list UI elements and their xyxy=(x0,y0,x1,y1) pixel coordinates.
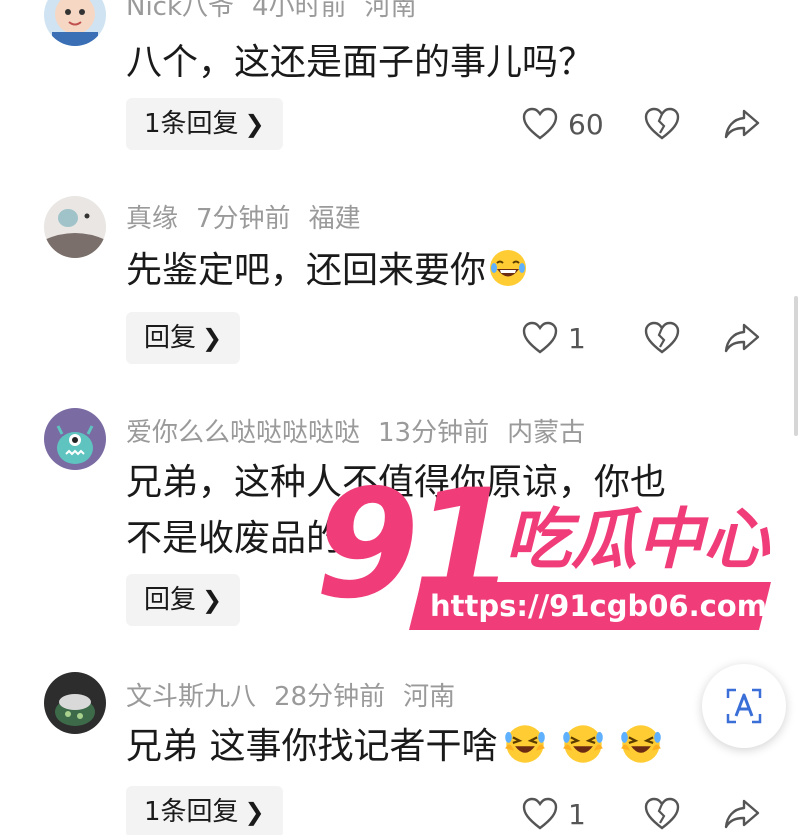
timestamp: 4小时前 xyxy=(252,0,347,22)
chevron-right-icon: ❯ xyxy=(202,586,223,614)
view-replies-button[interactable]: 1条回复 ❯ xyxy=(126,98,283,150)
watermark-url: https://91cgb06.com xyxy=(430,589,767,623)
comment-text: 先鉴定吧，还回来要你 xyxy=(126,246,528,296)
heart-icon xyxy=(522,107,558,140)
translate-button[interactable] xyxy=(702,664,786,748)
timestamp: 13分钟前 xyxy=(378,418,490,448)
like-button[interactable]: 1 xyxy=(522,797,604,831)
like-count: 60 xyxy=(568,107,604,141)
like-button[interactable]: 60 xyxy=(522,107,604,141)
heart-icon xyxy=(522,797,558,830)
share-icon[interactable] xyxy=(724,322,760,354)
like-count: 1 xyxy=(568,321,586,355)
share-icon[interactable] xyxy=(724,798,760,830)
comment-actions: 60 xyxy=(522,98,760,150)
reply-button[interactable]: 回复 ❯ xyxy=(126,312,241,364)
chevron-right-icon: ❯ xyxy=(244,110,265,138)
comment-text-content: 先鉴定吧，还回来要你 xyxy=(126,250,487,291)
crying-laughing-face-icon xyxy=(621,725,662,763)
comment-text-content: 兄弟 这事你找记者干啥 xyxy=(126,726,498,767)
avatar[interactable] xyxy=(44,196,106,258)
translate-icon xyxy=(726,688,762,724)
chevron-right-icon: ❯ xyxy=(202,324,223,352)
crying-laughing-face-icon xyxy=(505,725,546,763)
avatar[interactable] xyxy=(44,0,106,46)
comment-meta: 真缘 7分钟前 福建 xyxy=(126,198,379,235)
location: 福建 xyxy=(308,204,361,234)
comment-meta: 爱你么么哒哒哒哒哒 13分钟前 内蒙古 xyxy=(126,412,603,449)
view-replies-button[interactable]: 1条回复 ❯ xyxy=(126,786,283,835)
watermark-url-banner xyxy=(409,582,771,630)
comment-text-line: 不是收废品的。 xyxy=(126,518,379,559)
like-button[interactable]: 1 xyxy=(522,321,604,355)
comment-meta: Nick八爷 4小时前 河南 xyxy=(126,0,435,23)
reply-label: 回复 xyxy=(144,585,197,615)
crying-laughing-face-icon xyxy=(563,725,604,763)
chevron-right-icon: ❯ xyxy=(244,798,265,826)
location: 河南 xyxy=(364,0,417,22)
avatar[interactable] xyxy=(44,408,106,470)
like-count: 1 xyxy=(568,797,586,831)
share-icon[interactable] xyxy=(724,108,760,140)
broken-heart-icon[interactable] xyxy=(644,797,680,831)
location: 内蒙古 xyxy=(507,418,586,448)
comment-text-line: 兄弟，这种人不值得你原谅，你也 xyxy=(126,462,667,503)
location: 河南 xyxy=(403,682,456,712)
broken-heart-icon[interactable] xyxy=(644,107,680,141)
comment-text: 八个，这还是面子的事儿吗？ xyxy=(126,42,595,83)
laughing-face-icon xyxy=(490,250,527,286)
reply-label: 回复 xyxy=(144,323,197,353)
broken-heart-icon[interactable] xyxy=(644,321,680,355)
avatar[interactable] xyxy=(44,672,106,734)
reply-label: 1条回复 xyxy=(144,797,239,827)
reply-button[interactable]: 回复 ❯ xyxy=(126,574,241,626)
scrollbar[interactable] xyxy=(794,296,798,436)
watermark-title: 吃瓜中心 xyxy=(505,501,769,578)
comment-text: 兄弟 这事你找记者干啥 xyxy=(126,722,667,772)
timestamp: 7分钟前 xyxy=(196,204,291,234)
heart-icon xyxy=(522,321,558,354)
comment-actions: 1 xyxy=(522,788,760,835)
comment-feed: Nick八爷 4小时前 河南 八个，这还是面子的事儿吗？ 1条回复 ❯ 60 真缘 7 xyxy=(0,0,800,835)
username[interactable]: Nick八爷 xyxy=(126,0,234,22)
username[interactable]: 爱你么么哒哒哒哒哒 xyxy=(126,418,360,448)
reply-label: 1条回复 xyxy=(144,109,239,139)
username[interactable]: 文斗斯九八 xyxy=(126,682,256,712)
comment-meta: 文斗斯九八 28分钟前 河南 xyxy=(126,676,473,713)
username[interactable]: 真缘 xyxy=(126,204,178,234)
timestamp: 28分钟前 xyxy=(274,682,386,712)
comment-actions: 1 xyxy=(522,312,760,364)
